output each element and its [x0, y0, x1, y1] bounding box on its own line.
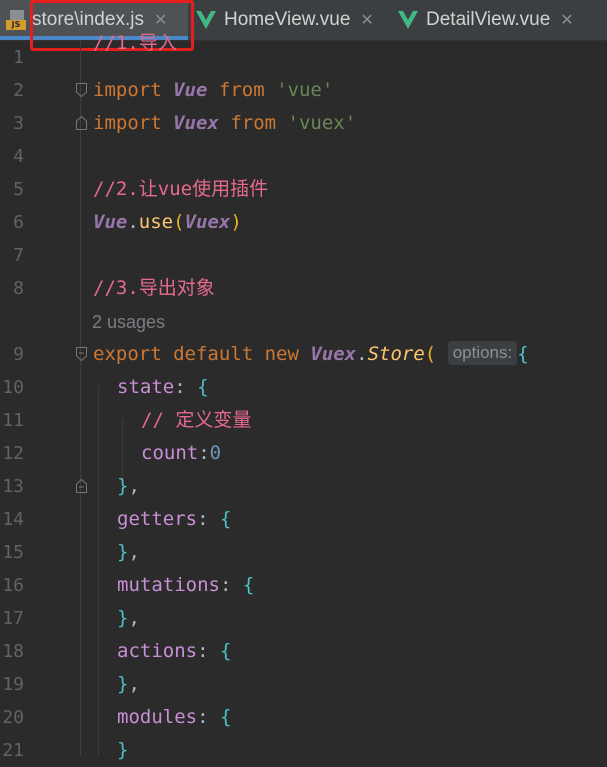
line-number: 9: [13, 344, 24, 365]
code-line[interactable]: 14 getters: {: [0, 503, 607, 536]
line-number: 19: [2, 674, 24, 695]
line-number: 12: [2, 443, 24, 464]
line-number: 6: [13, 212, 24, 233]
code-text: getters: {: [117, 508, 232, 530]
line-number: 14: [2, 509, 24, 530]
line-number: 13: [2, 476, 24, 497]
line-number: 8: [13, 278, 24, 299]
line-number: 3: [13, 113, 24, 134]
code-line[interactable]: 8 //3.导出对象: [0, 272, 607, 305]
code-text: // 定义变量: [141, 409, 252, 431]
line-number: 21: [2, 740, 24, 761]
vue-file-icon: [196, 11, 216, 29]
code-line[interactable]: 7: [0, 239, 607, 272]
code-text: },: [117, 673, 140, 695]
tab-detailview-vue[interactable]: DetailView.vue ✕: [398, 0, 607, 40]
vue-file-icon: [398, 11, 418, 29]
code-line[interactable]: 20 modules: {: [0, 701, 607, 734]
code-text: },: [117, 607, 140, 629]
code-line[interactable]: 10 state: {: [0, 371, 607, 404]
line-number: 1: [13, 47, 24, 68]
code-text: //1.导入: [93, 32, 177, 54]
code-line[interactable]: 15 },: [0, 536, 607, 569]
code-text: Vue.use(Vuex): [93, 211, 242, 233]
line-number: 17: [2, 608, 24, 629]
fold-icon[interactable]: [76, 479, 87, 493]
tab-label: HomeView.vue: [224, 9, 351, 30]
code-line[interactable]: 2 import Vue from 'vue': [0, 74, 607, 107]
code-line[interactable]: 3 import Vuex from 'vuex': [0, 107, 607, 140]
code-text: },: [117, 475, 140, 497]
code-line[interactable]: 4: [0, 140, 607, 173]
usages-hint[interactable]: 2 usages: [92, 312, 165, 333]
close-icon[interactable]: ✕: [360, 10, 373, 30]
line-number: 2: [13, 80, 24, 101]
code-text: modules: {: [117, 706, 232, 728]
code-line[interactable]: 16 mutations: {: [0, 569, 607, 602]
code-line[interactable]: 11 // 定义变量: [0, 404, 607, 437]
js-file-icon: JS: [6, 10, 26, 30]
code-line[interactable]: 1 //1.导入: [0, 32, 607, 74]
code-text: state: {: [117, 376, 209, 398]
line-number: 16: [2, 575, 24, 596]
js-icon-text: JS: [6, 20, 26, 30]
code-line[interactable]: 21 }: [0, 734, 607, 767]
code-line[interactable]: 18 actions: {: [0, 635, 607, 668]
close-icon[interactable]: ✕: [560, 10, 573, 30]
code-line[interactable]: 9 export default new Vuex.Store( options…: [0, 338, 607, 371]
code-text: count:0: [141, 442, 222, 464]
code-line[interactable]: 6 Vue.use(Vuex): [0, 206, 607, 239]
fold-icon[interactable]: [76, 83, 87, 97]
tab-label: DetailView.vue: [426, 9, 551, 30]
code-line[interactable]: 17 },: [0, 602, 607, 635]
code-text: //3.导出对象: [93, 277, 215, 299]
code-text: },: [117, 541, 140, 563]
code-text: actions: {: [117, 640, 232, 662]
code-text: mutations: {: [117, 574, 255, 596]
code-text: import Vuex from 'vuex': [93, 112, 357, 134]
line-number: 10: [2, 377, 24, 398]
code-text: //2.让vue使用插件: [93, 178, 269, 200]
tab-homeview-vue[interactable]: HomeView.vue ✕: [196, 0, 396, 40]
line-number: 4: [13, 146, 24, 167]
line-number: 18: [2, 641, 24, 662]
code-text: export default new Vuex.Store( options:{: [93, 341, 529, 365]
line-number: 5: [13, 179, 24, 200]
code-text: import Vue from 'vue': [93, 79, 334, 101]
code-editor[interactable]: 1 //1.导入 2 import Vue from 'vue' 3 impor…: [0, 32, 607, 761]
code-line[interactable]: 13 },: [0, 470, 607, 503]
line-number: 20: [2, 707, 24, 728]
line-number: 7: [13, 245, 24, 266]
parameter-inlay-hint: options:: [447, 341, 518, 365]
code-text: }: [117, 739, 129, 761]
line-number: 11: [2, 410, 24, 431]
code-line[interactable]: 12 count:0: [0, 437, 607, 470]
fold-icon[interactable]: [76, 116, 87, 130]
code-line[interactable]: 5 //2.让vue使用插件: [0, 173, 607, 206]
line-number: 15: [2, 542, 24, 563]
fold-icon[interactable]: [76, 347, 87, 361]
code-line[interactable]: 19 },: [0, 668, 607, 701]
